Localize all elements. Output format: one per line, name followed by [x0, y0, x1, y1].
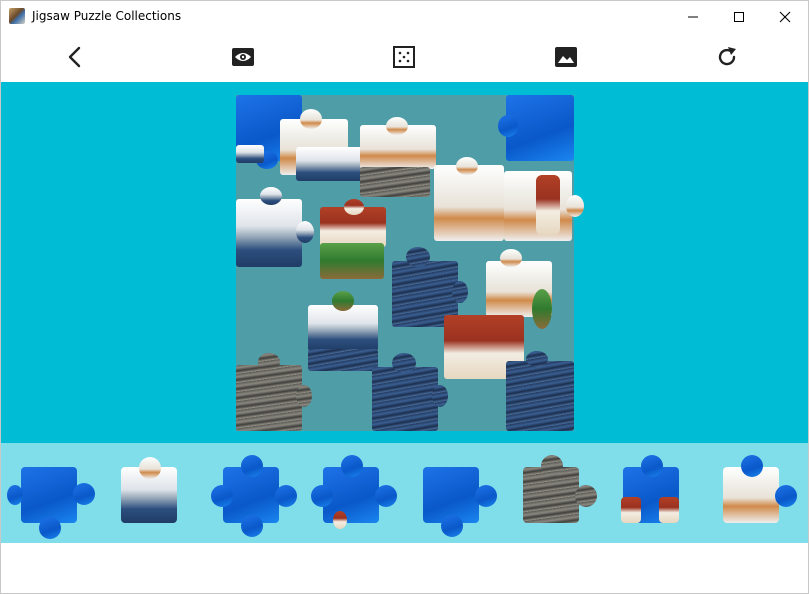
placed-piece[interactable]: [236, 145, 264, 163]
edge-pieces-button[interactable]: [387, 40, 421, 74]
toolbar: [1, 32, 808, 82]
placed-piece[interactable]: [296, 147, 366, 181]
tray-piece[interactable]: [211, 455, 297, 537]
restart-button[interactable]: [710, 40, 744, 74]
piece-tab: [526, 351, 548, 367]
maximize-button[interactable]: [716, 1, 762, 32]
tray-piece[interactable]: [713, 455, 797, 531]
placed-piece[interactable]: [506, 361, 574, 431]
piece-tab: [386, 117, 408, 135]
tray-piece[interactable]: [413, 457, 497, 537]
close-button[interactable]: [762, 1, 808, 32]
piece-tab: [536, 175, 560, 235]
refresh-icon: [718, 47, 736, 66]
piece-tab: [296, 221, 314, 243]
piece-tab: [452, 281, 468, 303]
piece-tab: [498, 115, 518, 137]
window-title: Jigsaw Puzzle Collections: [32, 9, 182, 23]
piece-tab: [296, 385, 312, 407]
piece-tab: [344, 199, 364, 215]
app-logo-icon: [9, 8, 25, 24]
piece-tab: [258, 353, 280, 371]
close-icon: [779, 11, 791, 22]
placed-piece[interactable]: [236, 365, 302, 431]
footer-area: [1, 543, 808, 593]
puzzle-board-area: [1, 82, 808, 443]
piece-tab: [566, 195, 584, 217]
chevron-left-icon: [68, 46, 81, 68]
piece-tab: [300, 109, 322, 129]
piece-tab: [332, 291, 354, 311]
piece-tab: [406, 247, 430, 267]
piece-tab: [456, 157, 478, 175]
placed-piece[interactable]: [320, 243, 384, 279]
tray-piece[interactable]: [613, 455, 689, 531]
grid-dots-icon: [393, 46, 415, 68]
placed-piece[interactable]: [308, 349, 378, 371]
preview-button[interactable]: [226, 40, 260, 74]
placed-piece[interactable]: [236, 199, 302, 267]
eye-icon: [232, 48, 254, 66]
tray-piece[interactable]: [7, 457, 95, 539]
placed-piece[interactable]: [308, 305, 378, 351]
minimize-button[interactable]: [670, 1, 716, 32]
background-image-button[interactable]: [549, 40, 583, 74]
tray-piece[interactable]: [311, 455, 397, 531]
puzzle-board[interactable]: [236, 95, 584, 431]
piece-tab: [500, 249, 522, 267]
piece-tab: [260, 187, 282, 205]
placed-piece[interactable]: [372, 367, 438, 431]
tray-piece[interactable]: [513, 455, 597, 531]
image-icon: [555, 47, 577, 67]
placed-piece[interactable]: [360, 167, 430, 197]
placed-piece[interactable]: [434, 165, 504, 241]
minimize-icon: [688, 16, 698, 17]
tray-piece[interactable]: [111, 457, 187, 531]
title-bar: Jigsaw Puzzle Collections: [1, 1, 808, 32]
piece-tray[interactable]: [1, 443, 808, 543]
piece-tab: [532, 289, 552, 329]
piece-tab: [432, 385, 448, 407]
app-window: Jigsaw Puzzle Collections: [0, 0, 809, 594]
piece-tab: [392, 353, 416, 373]
back-button[interactable]: [58, 40, 92, 74]
maximize-icon: [734, 11, 744, 22]
